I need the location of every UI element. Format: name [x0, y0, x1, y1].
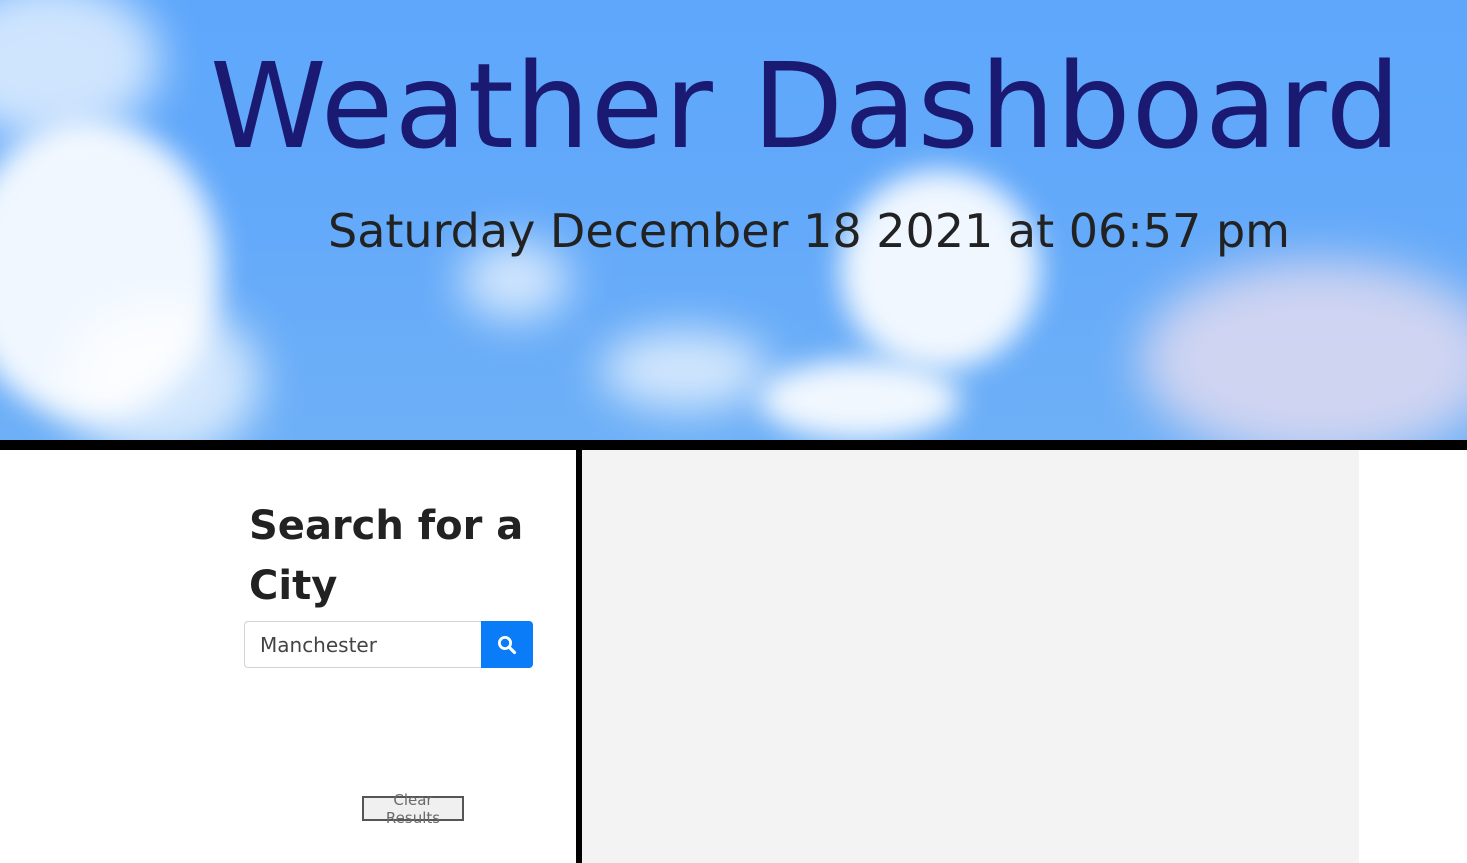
search-icon [498, 635, 517, 654]
sky-header: Weather Dashboard Saturday December 18 2… [0, 0, 1467, 440]
clear-results-button[interactable]: Clear Results [362, 791, 464, 827]
city-search-input[interactable] [244, 621, 482, 668]
search-button[interactable] [481, 621, 533, 668]
weather-results-panel [582, 450, 1359, 863]
cloud-right [1140, 260, 1467, 440]
cloud-left-upper [0, 0, 160, 140]
page-title: Weather Dashboard [210, 37, 1402, 175]
header-divider [0, 440, 1467, 450]
cloud-center-low [760, 360, 960, 440]
weather-dashboard-page: Weather Dashboard Saturday December 18 2… [0, 0, 1467, 863]
cloud-mid-low [600, 330, 770, 410]
cloud-center [840, 170, 1040, 370]
current-datetime: Saturday December 18 2021 at 06:57 pm [328, 204, 1290, 258]
search-heading: Search for a City [249, 503, 524, 609]
